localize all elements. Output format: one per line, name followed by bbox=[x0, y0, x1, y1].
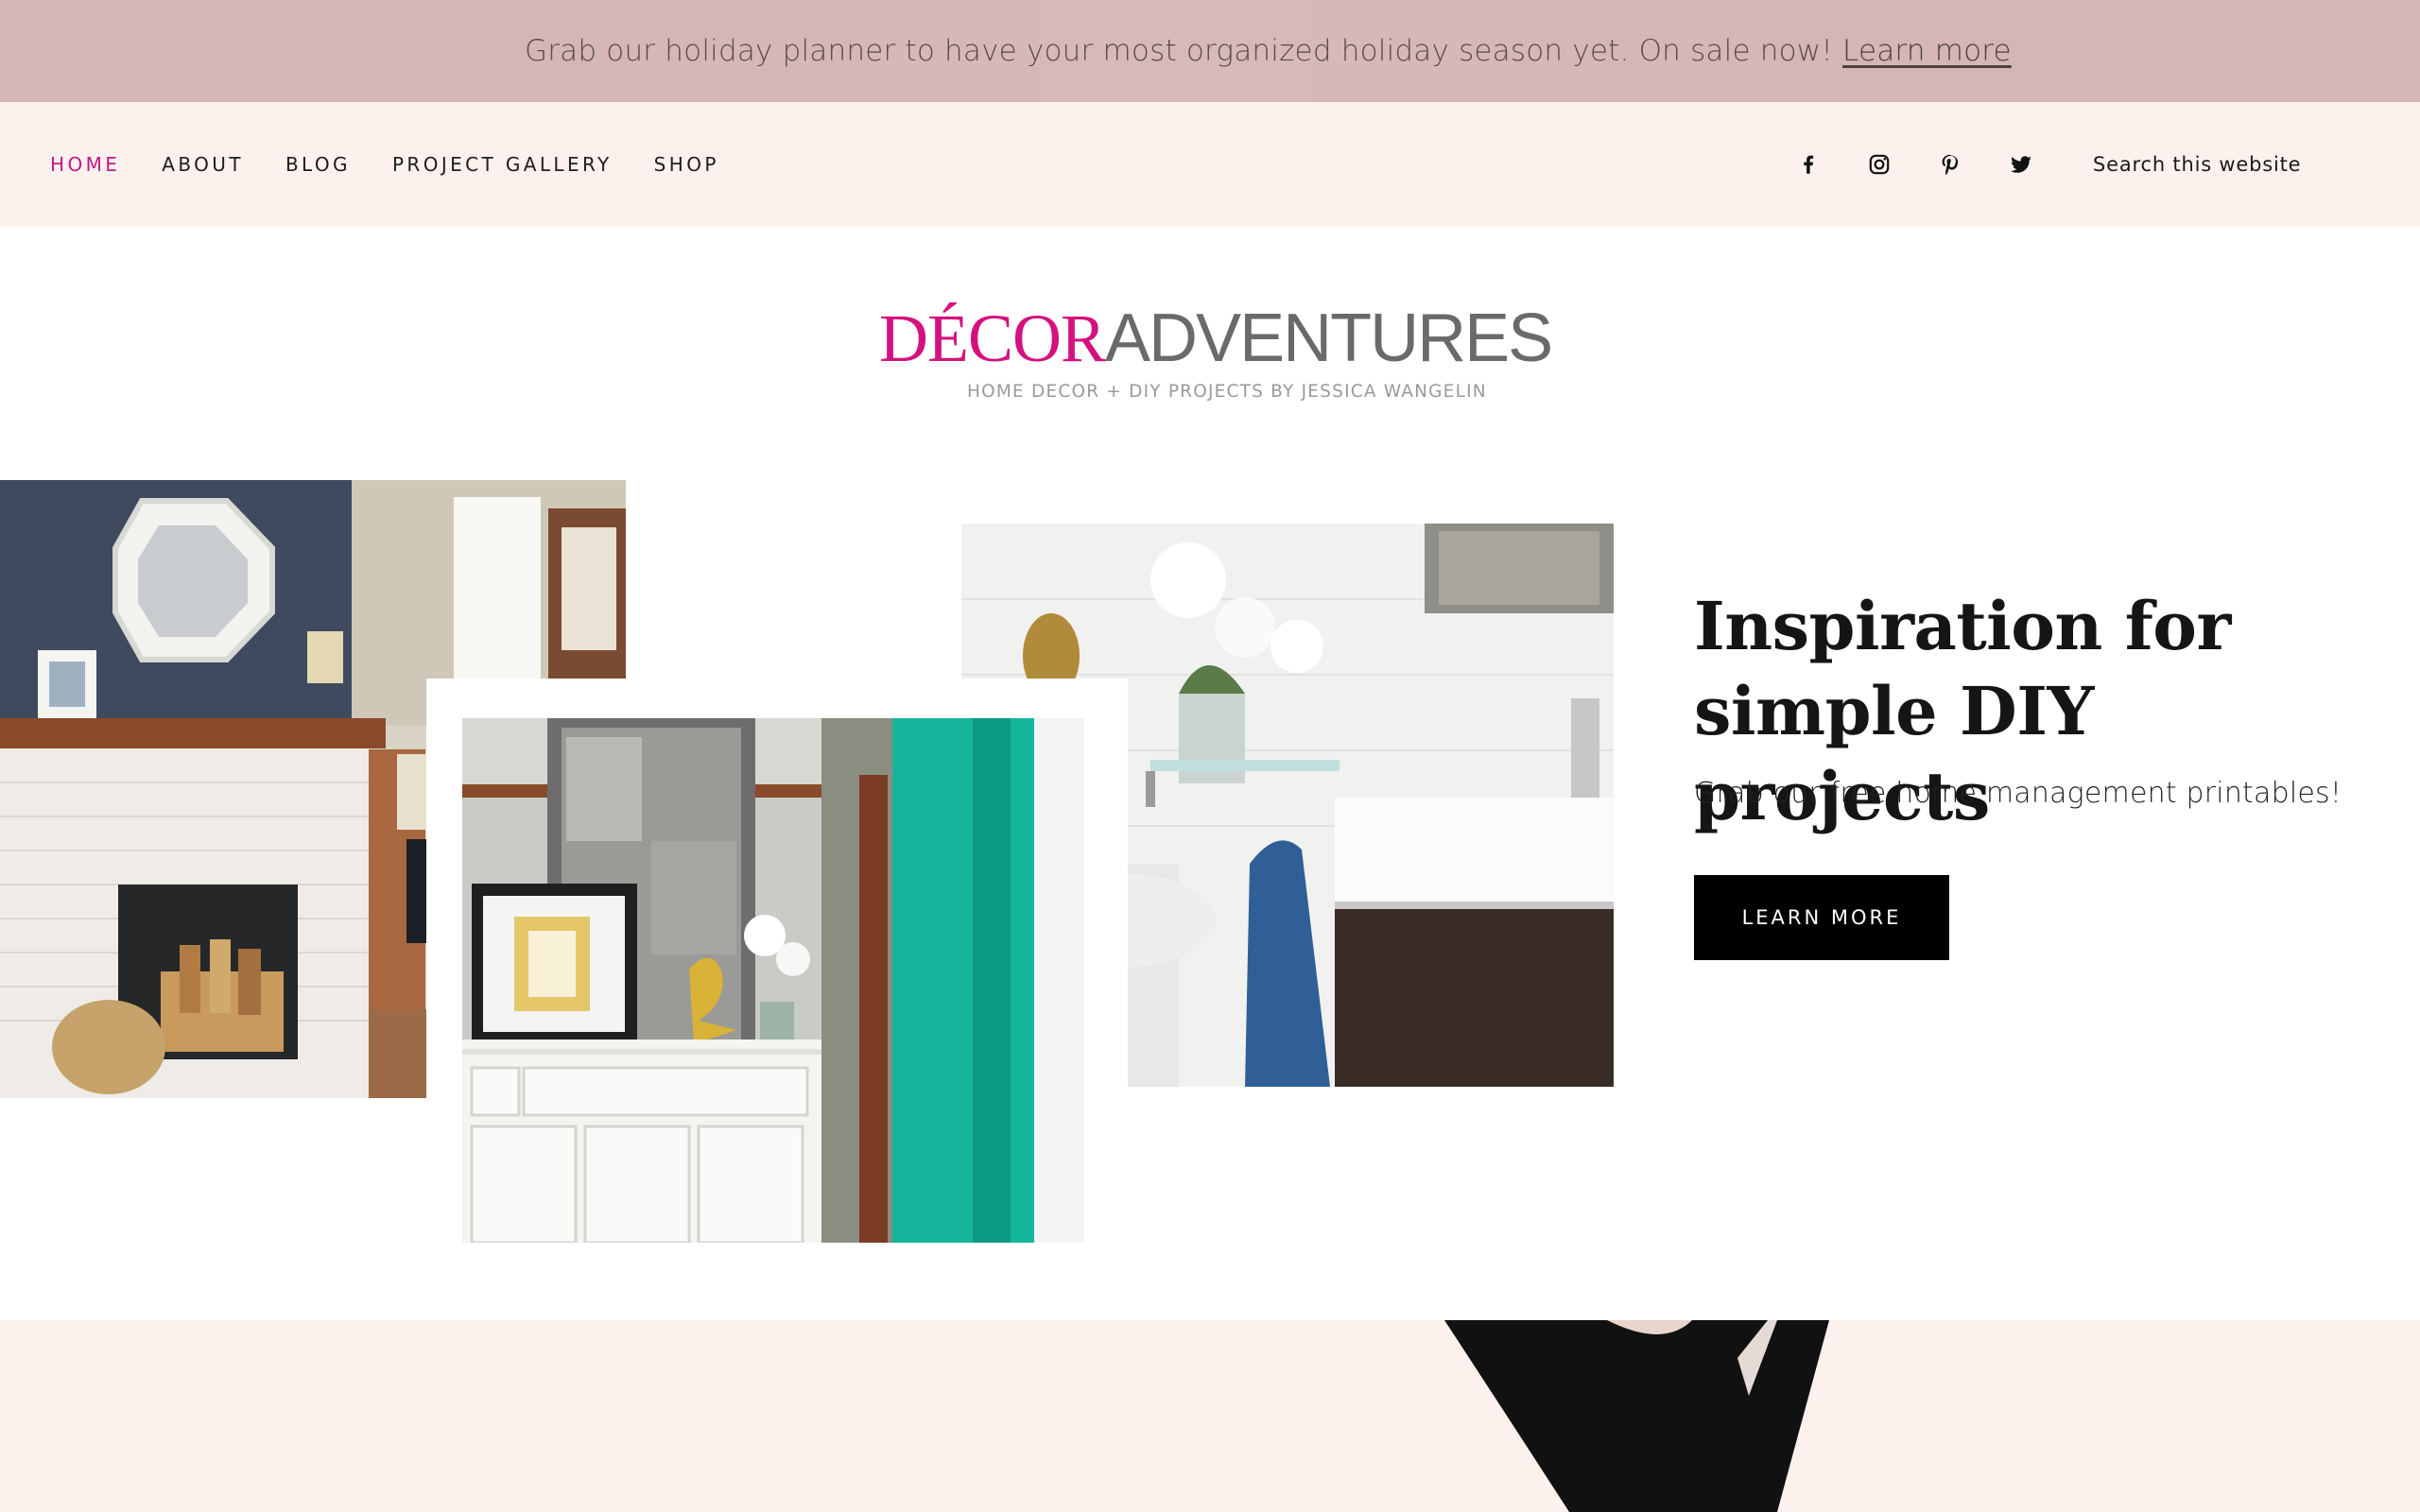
facebook-icon[interactable] bbox=[1794, 150, 1823, 179]
nav-item-project-gallery[interactable]: PROJECT GALLERY bbox=[392, 153, 613, 176]
instagram-icon[interactable] bbox=[1865, 150, 1893, 179]
leggings-photo bbox=[1444, 1320, 1829, 1512]
pinterest-icon[interactable] bbox=[1936, 150, 1964, 179]
nav-item-blog[interactable]: BLOG bbox=[285, 153, 351, 176]
search-input[interactable] bbox=[2072, 140, 2375, 189]
social-links bbox=[1794, 102, 2078, 227]
dresser-photo bbox=[462, 718, 1084, 1243]
learn-more-button[interactable]: LEARN MORE bbox=[1694, 875, 1949, 960]
nav-item-home[interactable]: HOME bbox=[50, 153, 120, 176]
nav-item-about[interactable]: ABOUT bbox=[162, 153, 244, 176]
next-section bbox=[0, 1320, 2420, 1512]
logo-wordmark: DÉCORADVENTURES bbox=[879, 301, 1553, 376]
logo-tagline: HOME DECOR + DIY PROJECTS BY JESSICA WAN… bbox=[967, 382, 1487, 402]
site-logo[interactable]: DÉCORADVENTURES HOME DECOR + DIY PROJECT… bbox=[879, 301, 1553, 414]
logo-word-decor: DÉCOR bbox=[879, 301, 1106, 376]
logo-word-adventures: ADVENTURES bbox=[1105, 301, 1553, 376]
hero-subtitle: Grab our free home management printables… bbox=[1694, 777, 2342, 810]
announcement-learn-more-link[interactable]: Learn more bbox=[1842, 34, 2012, 68]
announcement-text: Grab our holiday planner to have your mo… bbox=[525, 26, 2012, 76]
primary-menu: HOME ABOUT BLOG PROJECT GALLERY SHOP bbox=[50, 102, 761, 227]
nav-item-shop[interactable]: SHOP bbox=[654, 153, 719, 176]
top-navigation: HOME ABOUT BLOG PROJECT GALLERY SHOP bbox=[0, 102, 2420, 227]
announcement-bar: Grab our holiday planner to have your mo… bbox=[0, 0, 2420, 102]
announcement-message: Grab our holiday planner to have your mo… bbox=[525, 34, 1843, 68]
twitter-icon[interactable] bbox=[2007, 150, 2035, 179]
